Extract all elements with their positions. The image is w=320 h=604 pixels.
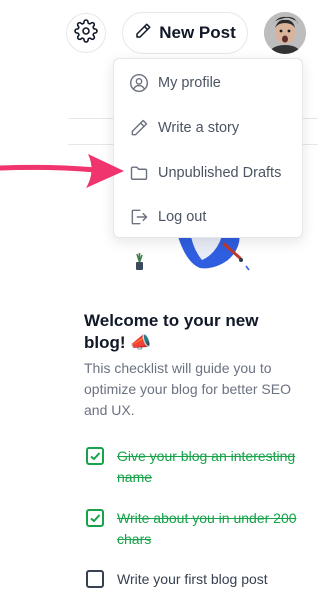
user-dropdown-menu: My profile Write a story Unpublished Dra…: [113, 58, 303, 238]
checkbox-unchecked[interactable]: [86, 570, 104, 588]
menu-item-label: Unpublished Drafts: [158, 165, 282, 181]
pencil-icon: [134, 22, 152, 45]
checklist-item-label: Write your first blog post: [117, 571, 268, 587]
menu-item-my-profile[interactable]: My profile: [114, 61, 302, 105]
menu-item-label: Write a story: [158, 120, 240, 136]
checklist-item-label: Write about you in under 200 chars: [117, 510, 297, 547]
checklist-item[interactable]: Write your first blog post: [86, 569, 306, 590]
checklist-item[interactable]: Give your blog an interesting name: [86, 446, 306, 488]
gear-icon: [74, 18, 98, 48]
checkbox-checked[interactable]: [86, 509, 104, 527]
menu-item-write-a-story[interactable]: Write a story: [114, 106, 302, 150]
checklist-item[interactable]: Write about you in under 200 chars: [86, 508, 306, 550]
new-post-label: New Post: [159, 23, 236, 42]
user-circle-icon: [129, 73, 149, 93]
pencil-icon: [129, 118, 149, 138]
welcome-description: This checklist will guide you to optimiz…: [84, 360, 291, 418]
checkbox-checked[interactable]: [86, 447, 104, 465]
welcome-title: Welcome to your new blog! 📣: [84, 311, 259, 352]
avatar[interactable]: [264, 12, 306, 54]
menu-item-label: My profile: [158, 75, 221, 91]
menu-item-unpublished-drafts[interactable]: Unpublished Drafts: [114, 151, 302, 195]
settings-button[interactable]: [66, 13, 106, 53]
menu-item-label: Log out: [158, 209, 207, 225]
logout-icon: [129, 207, 149, 227]
folder-icon: [129, 163, 149, 183]
new-post-button[interactable]: New Post: [122, 12, 248, 54]
checklist-item-label: Give your blog an interesting name: [117, 448, 296, 485]
annotation-arrow: [0, 140, 130, 200]
menu-item-log-out[interactable]: Log out: [114, 195, 302, 239]
